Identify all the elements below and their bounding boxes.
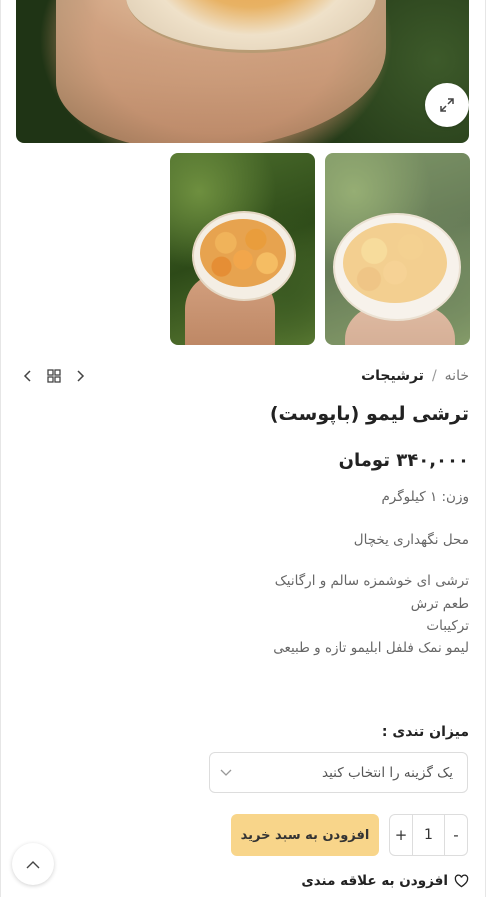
next-product-button[interactable] — [72, 368, 88, 384]
thumb-fruit — [343, 223, 447, 303]
quantity-plus-button[interactable]: + — [390, 815, 412, 855]
spiciness-select[interactable]: یک گزینه را انتخاب کنید — [209, 752, 468, 793]
description-line: لیمو نمک فلفل ابلیمو تازه و طبیعی — [273, 640, 469, 656]
product-price: ۳۴۰,۰۰۰ تومان — [338, 450, 469, 471]
wishlist-label: افزودن به علاقه مندی — [301, 873, 448, 889]
description-line: طعم ترش — [410, 596, 469, 612]
chevron-up-icon — [26, 860, 40, 868]
spiciness-label: میزان تندی : — [381, 724, 469, 740]
chevron-right-icon — [77, 370, 85, 382]
quantity-stepper: + 1 - — [389, 814, 468, 856]
product-title: ترشی لیمو (باپوست) — [269, 403, 469, 425]
select-placeholder: یک گزینه را انتخاب کنید — [322, 764, 453, 781]
heart-icon — [454, 874, 469, 888]
description-line: ترشی ای خوشمزه سالم و ارگانیک — [274, 573, 469, 589]
back-to-products-button[interactable] — [46, 368, 62, 384]
thumb-fruit — [200, 219, 286, 287]
product-thumbnail-1[interactable] — [325, 153, 470, 345]
breadcrumb-category-link[interactable]: ترشیجات — [361, 368, 424, 384]
quantity-minus-button[interactable]: - — [445, 815, 467, 855]
chevron-left-icon — [23, 370, 31, 382]
expand-image-button[interactable] — [425, 83, 469, 127]
breadcrumb: خانه / ترشیجات — [361, 366, 469, 386]
product-thumbnail-2[interactable] — [170, 153, 315, 345]
product-navigation — [20, 366, 88, 386]
grid-icon — [47, 369, 61, 383]
frame-left-border — [0, 0, 1, 897]
description-line: ترکیبات — [426, 618, 469, 634]
prev-product-button[interactable] — [20, 368, 36, 384]
add-to-wishlist-button[interactable]: افزودن به علاقه مندی — [301, 873, 469, 889]
product-weight: وزن: ۱ کیلوگرم — [381, 489, 469, 505]
breadcrumb-separator: / — [431, 368, 437, 384]
quantity-input[interactable]: 1 — [412, 815, 445, 855]
product-main-image[interactable] — [16, 0, 469, 143]
scroll-to-top-button[interactable] — [12, 843, 54, 885]
breadcrumb-home-link[interactable]: خانه — [445, 368, 469, 384]
chevron-down-icon — [220, 769, 232, 776]
add-to-cart-button[interactable]: افزودن به سبد خرید — [231, 814, 379, 856]
product-storage: محل نگهداری یخچال — [353, 532, 469, 548]
expand-icon — [440, 98, 454, 112]
